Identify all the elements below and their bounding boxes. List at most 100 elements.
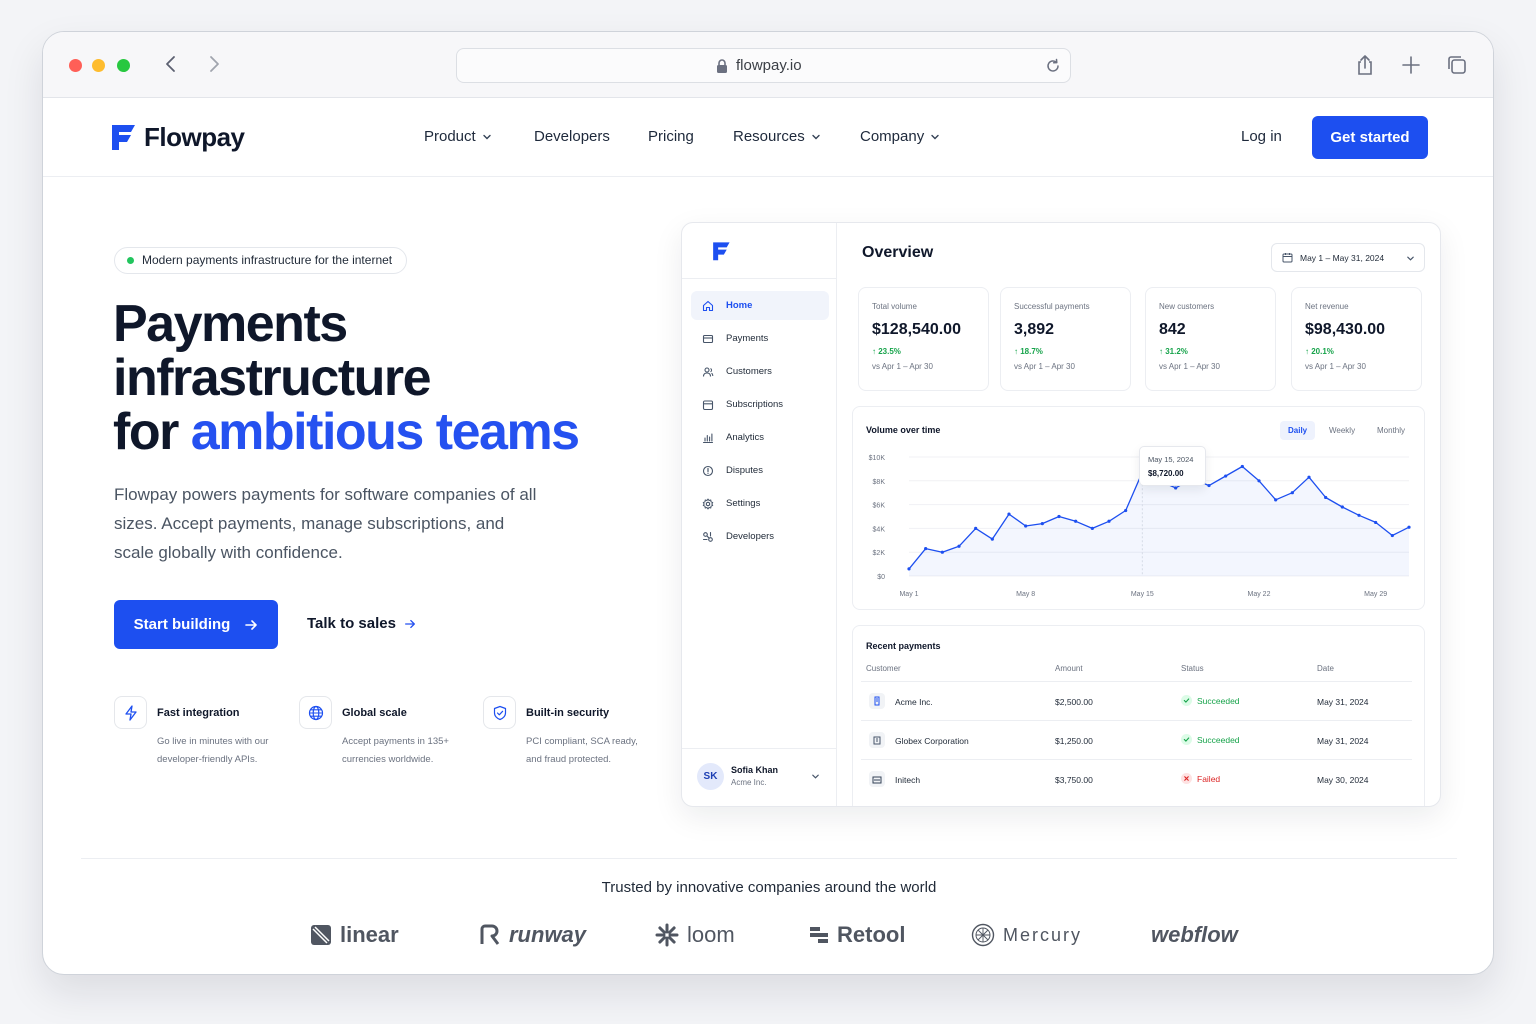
period-weekly-toggle[interactable]: Weekly [1321,421,1363,440]
site-header: Flowpay Product Developers Pricing Resou… [43,98,1493,177]
runway-logo: runway [479,919,586,951]
status-text: Failed [1197,773,1221,784]
nav-resources[interactable]: Resources [733,128,821,145]
data-point [1390,533,1394,538]
sidebar-divider [682,278,837,279]
sidebar-item-disputes[interactable]: Disputes [691,456,829,485]
avatar: SK [697,763,724,790]
share-icon[interactable] [1354,54,1376,76]
metric-card-total-volume[interactable]: Total volume $128,540.00 ↑ 23.5% vs Apr … [858,287,989,391]
brand-name[interactable]: Flowpay [144,122,245,153]
feature-title: Global scale [342,707,407,719]
sidebar-item-developers[interactable]: Developers [691,522,829,551]
tabs-overview-icon[interactable] [1446,54,1468,76]
sidebar-item-customers[interactable]: Customers [691,357,829,386]
x-tick-label: May 29 [1364,591,1387,598]
login-link[interactable]: Log in [1241,128,1282,145]
date-range-text: May 1 – May 31, 2024 [1300,252,1385,263]
minimize-window-button[interactable] [92,59,105,72]
start-building-button[interactable]: Start building [114,600,278,649]
metric-label: Total volume [872,302,917,311]
arrow-right-icon [245,619,258,630]
metric-card-net-revenue[interactable]: Net revenue $98,430.00 ↑ 20.1% vs Apr 1 … [1291,287,1422,391]
user-organization: Acme Inc. [731,778,767,787]
data-point [1374,520,1378,525]
status-badge: Failed [1181,773,1220,784]
table-row[interactable]: Globex Corporation $1,250.00 Succeeded M… [861,720,1412,759]
period-monthly-toggle[interactable]: Monthly [1369,421,1413,440]
feature-description: Go live in minutes with our developer-fr… [157,736,269,765]
dashboard-preview: Home Payments Customers Subscriptions An… [681,222,1441,807]
hero-title-line-3-prefix: for [113,403,191,461]
nav-developers[interactable]: Developers [534,128,610,145]
close-window-button[interactable] [69,59,82,72]
nav-pricing[interactable]: Pricing [648,128,694,145]
back-arrow-icon[interactable] [160,53,182,75]
reload-icon[interactable] [1044,57,1062,75]
metric-value: 842 [1159,321,1186,338]
x-tick-label: May 8 [1016,591,1035,598]
cell-customer: Acme Inc. [895,697,933,707]
announcement-text: Modern payments infrastructure for the i… [142,253,393,267]
cell-amount: $2,500.00 [1055,697,1093,707]
data-point [1107,519,1111,523]
status-text: Succeeded [1197,695,1240,706]
metric-card-successful-payments[interactable]: Successful payments 3,892 ↑ 18.7% vs Apr… [1000,287,1131,391]
get-started-button[interactable]: Get started [1312,116,1428,159]
data-point [1040,522,1044,526]
data-point [1024,524,1028,528]
loom-wordmark: loom [687,922,735,947]
dashboard-sidebar: Home Payments Customers Subscriptions An… [682,223,837,806]
subscriptions-icon [702,399,714,410]
data-point [1207,483,1211,488]
metric-label: Successful payments [1014,302,1090,311]
chart-tooltip: May 15, 2024 $8,720.00 [1139,446,1206,486]
column-header-amount: Amount [1055,664,1083,673]
announcement-badge[interactable]: Modern payments infrastructure for the i… [114,247,408,274]
data-point [1074,519,1078,523]
check-icon [1181,734,1192,745]
sidebar-item-analytics[interactable]: Analytics [691,423,829,452]
sidebar-item-subscriptions[interactable]: Subscriptions [691,390,829,419]
metric-value: 3,892 [1014,321,1055,338]
nav-product[interactable]: Product [424,128,492,145]
metric-delta: ↑ 20.1% [1305,347,1334,356]
date-range-picker[interactable]: May 1 – May 31, 2024 [1271,243,1425,272]
chevron-down-icon [812,134,820,139]
status-dot [127,257,134,264]
metric-comparison: vs Apr 1 – Apr 30 [1014,362,1075,371]
flowpay-logo-icon[interactable] [109,122,137,152]
forward-arrow-icon[interactable] [203,53,225,75]
nav-pricing-label: Pricing [648,128,694,145]
y-tick-label: $4K [873,526,886,533]
account-switcher[interactable]: SK Sofia Khan Acme Inc. [682,748,837,806]
metric-comparison: vs Apr 1 – Apr 30 [872,362,933,371]
nav-company[interactable]: Company [860,128,940,145]
url-text: flowpay.io [736,57,802,74]
period-daily-toggle[interactable]: Daily [1280,421,1316,440]
table-row[interactable]: Initech $3,750.00 Failed May 30, 2024 [861,759,1412,798]
linear-mark-icon [311,925,331,945]
linear-wordmark: linear [340,922,399,947]
address-bar[interactable]: flowpay.io [456,48,1071,83]
sidebar-item-home[interactable]: Home [691,291,829,320]
data-point [1240,464,1244,469]
y-tick-label: $8K [873,479,886,486]
developers-icon [702,531,713,542]
sidebar-item-settings[interactable]: Settings [691,489,829,518]
shield-icon [483,696,516,729]
talk-to-sales-link[interactable]: Talk to sales [307,615,416,632]
metric-delta: ↑ 18.7% [1014,347,1043,356]
sidebar-item-label: Developers [726,531,775,542]
overview-title: Overview [862,244,934,261]
user-name: Sofia Khan [731,765,779,775]
start-building-label: Start building [133,616,231,633]
sidebar-item-payments[interactable]: Payments [691,324,829,353]
browser-window: flowpay.io Flowpay Product Developers Pr… [42,31,1494,975]
talk-to-sales-label: Talk to sales [307,615,396,632]
metric-card-new-customers[interactable]: New customers 842 ↑ 31.2% vs Apr 1 – Apr… [1145,287,1276,391]
metric-comparison: vs Apr 1 – Apr 30 [1305,362,1366,371]
maximize-window-button[interactable] [117,59,130,72]
table-row[interactable]: Acme Inc. $2,500.00 Succeeded May 31, 20… [861,681,1412,720]
new-tab-icon[interactable] [1400,54,1422,76]
